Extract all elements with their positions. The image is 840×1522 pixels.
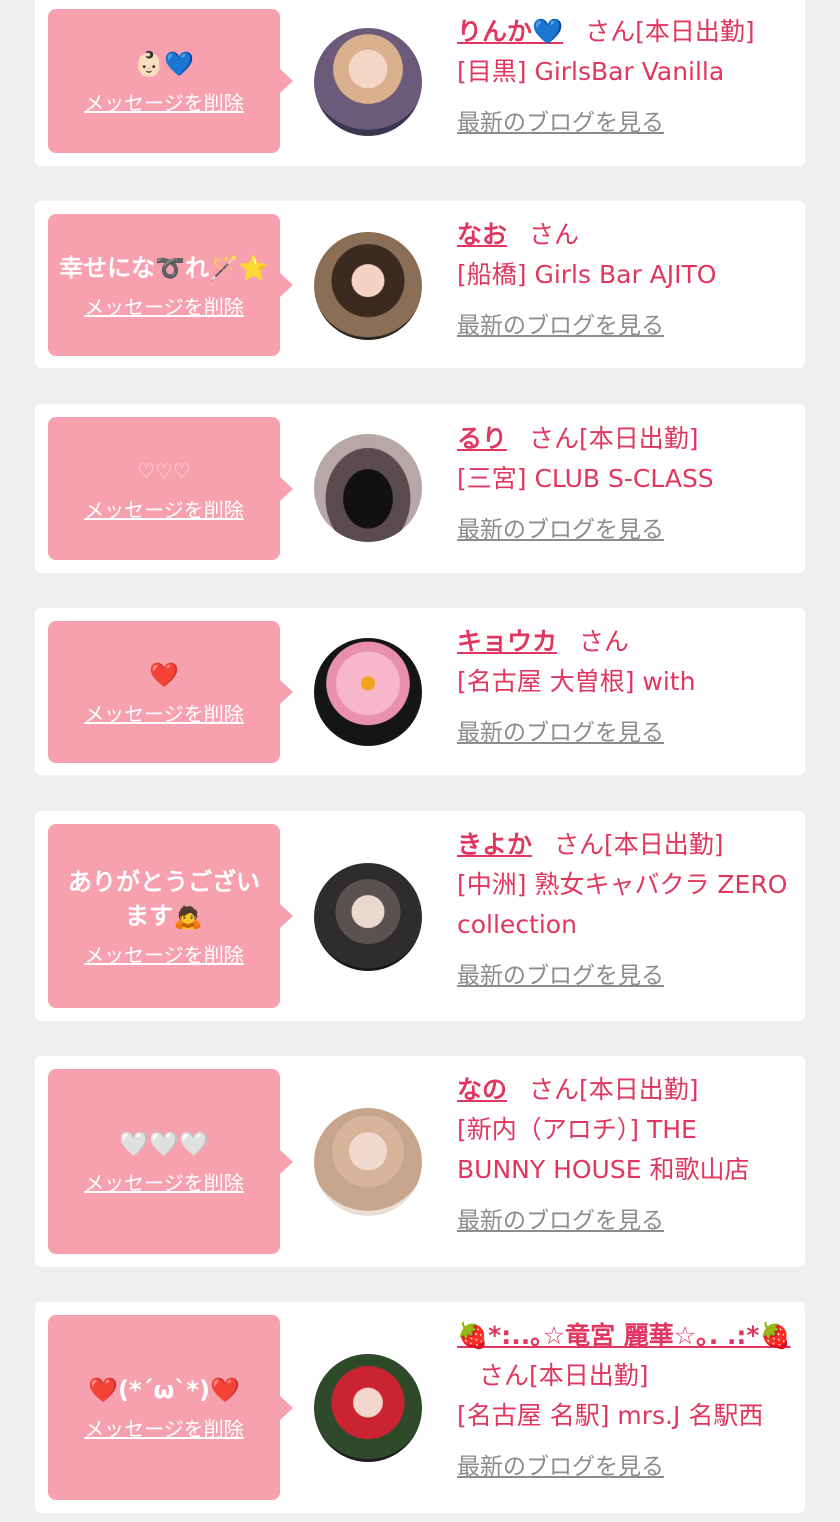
delete-message-link[interactable]: メッセージを削除 bbox=[84, 1413, 244, 1442]
profile-info: きよか さん[本日出勤] [中洲] 熟女キャバクラ ZERO collection… bbox=[457, 825, 791, 993]
girl-name-link[interactable]: なの bbox=[457, 1075, 507, 1104]
girl-name-link[interactable]: キョウカ bbox=[457, 627, 557, 656]
message-bubble: 🤍🤍🤍 メッセージを削除 bbox=[48, 1069, 293, 1254]
profile-info: キョウカ さん [名古屋 大曽根] with 最新のブログを見る bbox=[457, 622, 791, 750]
delete-message-link[interactable]: メッセージを削除 bbox=[84, 291, 244, 320]
message-text: ♡♡♡ bbox=[137, 459, 191, 483]
honorific: さん bbox=[529, 424, 580, 453]
message-bubble: 幸せにな➰れ🪄⭐ メッセージを削除 bbox=[48, 214, 293, 356]
delete-message-link[interactable]: メッセージを削除 bbox=[84, 939, 244, 968]
latest-blog-link[interactable]: 最新のブログを見る bbox=[457, 959, 664, 993]
girl-name-link[interactable]: なお bbox=[457, 220, 507, 249]
message-text: ❤️(*´ω`*)❤️ bbox=[88, 1376, 240, 1404]
status-badge: [本日出勤] bbox=[635, 17, 755, 46]
delete-message-link[interactable]: メッセージを削除 bbox=[84, 494, 244, 523]
delete-message-link[interactable]: メッセージを削除 bbox=[84, 87, 244, 116]
delete-message-link[interactable]: メッセージを削除 bbox=[84, 1167, 244, 1196]
latest-blog-link[interactable]: 最新のブログを見る bbox=[457, 1450, 664, 1484]
girl-name-link[interactable]: るり bbox=[457, 424, 507, 453]
profile-info: りんか💙 さん[本日出勤] [目黒] GirlsBar Vanilla 最新のブロ… bbox=[457, 12, 791, 140]
message-card: 幸せにな➰れ🪄⭐ メッセージを削除 なお さん [船橋] Girls Bar AJ… bbox=[35, 201, 805, 368]
message-text: 👶🏻💙 bbox=[134, 49, 194, 78]
honorific: さん bbox=[554, 830, 605, 859]
message-text: ❤️ bbox=[149, 660, 179, 689]
message-card: ♡♡♡ メッセージを削除 るり さん[本日出勤] [三宮] CLUB S-CLAS… bbox=[35, 404, 805, 573]
message-bubble: ❤️(*´ω`*)❤️ メッセージを削除 bbox=[48, 1315, 293, 1500]
message-card: ❤️(*´ω`*)❤️ メッセージを削除 🍓*:..｡☆竜宮 麗華☆｡. .:*… bbox=[35, 1302, 805, 1513]
avatar[interactable] bbox=[314, 232, 422, 340]
profile-info: なの さん[本日出勤] [新内（アロチ）] THE BUNNY HOUSE 和歌山… bbox=[457, 1070, 791, 1238]
honorific: さん bbox=[479, 1361, 530, 1390]
shop-name: [新内（アロチ）] THE BUNNY HOUSE 和歌山店 bbox=[457, 1115, 750, 1184]
latest-blog-link[interactable]: 最新のブログを見る bbox=[457, 309, 664, 343]
message-text: 幸せにな➰れ🪄⭐ bbox=[59, 253, 269, 282]
avatar[interactable] bbox=[314, 863, 422, 971]
message-bubble: ♡♡♡ メッセージを削除 bbox=[48, 417, 293, 560]
message-bubble: ❤️ メッセージを削除 bbox=[48, 621, 293, 763]
profile-info: なお さん [船橋] Girls Bar AJITO 最新のブログを見る bbox=[457, 215, 791, 343]
shop-name: [名古屋 名駅] mrs.J 名駅西 bbox=[457, 1401, 764, 1430]
status-badge: [本日出勤] bbox=[579, 1075, 699, 1104]
latest-blog-link[interactable]: 最新のブログを見る bbox=[457, 513, 664, 547]
shop-name: [名古屋 大曽根] with bbox=[457, 667, 696, 696]
latest-blog-link[interactable]: 最新のブログを見る bbox=[457, 1204, 664, 1238]
message-text: 🤍🤍🤍 bbox=[119, 1130, 209, 1158]
message-card: ❤️ メッセージを削除 キョウカ さん [名古屋 大曽根] with 最新のブログ… bbox=[35, 608, 805, 775]
shop-name: [三宮] CLUB S-CLASS bbox=[457, 464, 714, 493]
girl-name-link[interactable]: 🍓*:..｡☆竜宮 麗華☆｡. .:*🍓 bbox=[457, 1321, 791, 1350]
honorific: さん bbox=[529, 220, 580, 249]
shop-name: [船橋] Girls Bar AJITO bbox=[457, 260, 717, 289]
girl-name-link[interactable]: きよか bbox=[457, 830, 532, 859]
delete-message-link[interactable]: メッセージを削除 bbox=[84, 698, 244, 727]
girl-name-link[interactable]: りんか💙 bbox=[457, 17, 563, 46]
honorific: さん bbox=[585, 17, 636, 46]
message-card: 🤍🤍🤍 メッセージを削除 なの さん[本日出勤] [新内（アロチ）] THE BU… bbox=[35, 1056, 805, 1267]
message-card: 👶🏻💙 メッセージを削除 りんか💙 さん[本日出勤] [目黒] GirlsBar … bbox=[35, 0, 805, 166]
latest-blog-link[interactable]: 最新のブログを見る bbox=[457, 716, 664, 750]
message-list: 👶🏻💙 メッセージを削除 りんか💙 さん[本日出勤] [目黒] GirlsBar … bbox=[0, 0, 840, 1522]
avatar[interactable] bbox=[314, 434, 422, 542]
message-bubble: 👶🏻💙 メッセージを削除 bbox=[48, 9, 293, 153]
latest-blog-link[interactable]: 最新のブログを見る bbox=[457, 106, 664, 140]
status-badge: [本日出勤] bbox=[579, 424, 699, 453]
message-card: ありがとうございます🙇 メッセージを削除 きよか さん[本日出勤] [中洲] 熟女… bbox=[35, 811, 805, 1021]
avatar[interactable] bbox=[314, 1354, 422, 1462]
avatar[interactable] bbox=[314, 1108, 422, 1216]
avatar[interactable] bbox=[314, 638, 422, 746]
honorific: さん bbox=[579, 627, 630, 656]
profile-info: るり さん[本日出勤] [三宮] CLUB S-CLASS 最新のブログを見る bbox=[457, 419, 791, 547]
message-bubble: ありがとうございます🙇 メッセージを削除 bbox=[48, 824, 293, 1008]
status-badge: [本日出勤] bbox=[604, 830, 724, 859]
honorific: さん bbox=[529, 1075, 580, 1104]
status-badge: [本日出勤] bbox=[529, 1361, 649, 1390]
profile-info: 🍓*:..｡☆竜宮 麗華☆｡. .:*🍓 さん[本日出勤] [名古屋 名駅] mr… bbox=[457, 1316, 791, 1484]
avatar[interactable] bbox=[314, 28, 422, 136]
shop-name: [中洲] 熟女キャバクラ ZERO collection bbox=[457, 870, 788, 939]
message-text: ありがとうございます🙇 bbox=[68, 867, 260, 930]
shop-name: [目黒] GirlsBar Vanilla bbox=[457, 57, 725, 86]
